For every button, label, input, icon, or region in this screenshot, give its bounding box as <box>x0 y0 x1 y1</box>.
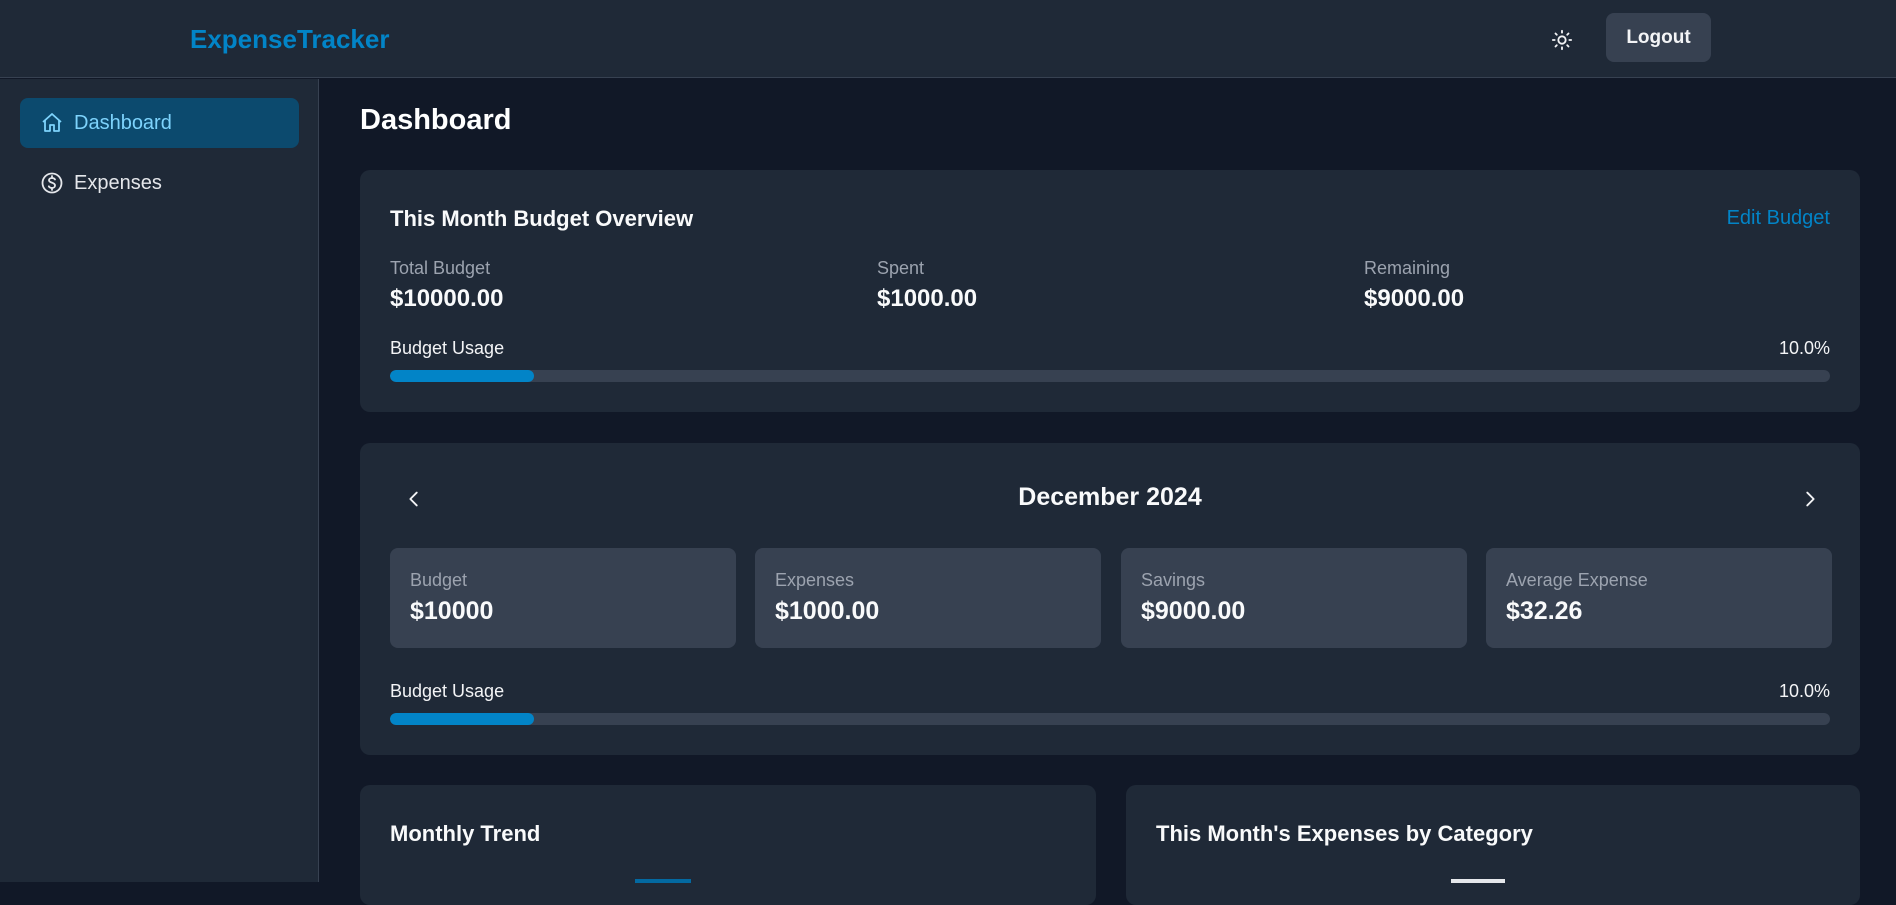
summary-value: $1000.00 <box>775 597 880 625</box>
summary-card-budget: Budget $10000 <box>390 548 736 648</box>
stat-label: Total Budget <box>390 258 491 278</box>
edit-budget-link[interactable]: Edit Budget <box>1727 207 1830 230</box>
summary-label: Budget <box>410 570 468 590</box>
budget-usage-label: Budget Usage <box>390 681 505 701</box>
budget-usage-percent: 10.0% <box>1778 338 1830 358</box>
stat-value: $9000.00 <box>1364 285 1465 312</box>
card-title: This Month Budget Overview <box>390 206 694 231</box>
sidebar-item-dashboard[interactable]: Dashboard <box>20 98 299 148</box>
next-month-button[interactable] <box>1794 483 1826 515</box>
budget-usage-label: Budget Usage <box>390 338 505 358</box>
category-expenses-card: This Month's Expenses by Category <box>1126 785 1860 905</box>
sidebar: Dashboard Expenses <box>0 79 319 882</box>
summary-label: Savings <box>1141 570 1206 590</box>
sidebar-item-expenses[interactable]: Expenses <box>20 158 299 208</box>
summary-card-savings: Savings $9000.00 <box>1121 548 1467 648</box>
summary-card-expenses: Expenses $1000.00 <box>755 548 1101 648</box>
logout-button[interactable]: Logout <box>1606 13 1711 62</box>
summary-value: $32.26 <box>1506 597 1583 625</box>
summary-value: $10000 <box>410 597 494 625</box>
summary-label: Average Expense <box>1506 570 1648 590</box>
card-title: This Month's Expenses by Category <box>1156 821 1533 846</box>
stat-value: $10000.00 <box>390 285 504 312</box>
stat-value: $1000.00 <box>877 285 978 312</box>
dollar-circle-icon <box>40 171 64 195</box>
stat-total-budget: Total Budget $10000.00 <box>390 258 503 313</box>
page-title: Dashboard <box>360 104 512 136</box>
stat-remaining: Remaining $9000.00 <box>1364 258 1464 313</box>
theme-toggle-button[interactable] <box>1546 24 1578 56</box>
brand-logo[interactable]: ExpenseTracker <box>190 24 389 55</box>
monthly-usage-bar-fill <box>390 713 534 725</box>
chart-legend-stub <box>1451 879 1505 883</box>
budget-usage-bar <box>390 370 1830 382</box>
budget-usage-bar-fill <box>390 370 534 382</box>
sidebar-item-label: Expenses <box>74 171 162 194</box>
summary-label: Expenses <box>775 570 855 590</box>
monthly-summary-card: December 2024 Budget $10000 Expenses $10… <box>360 443 1860 755</box>
summary-card-average-expense: Average Expense $32.26 <box>1486 548 1832 648</box>
top-bar: ExpenseTracker Logout <box>0 0 1896 78</box>
budget-overview-card: This Month Budget Overview Edit Budget T… <box>360 170 1860 412</box>
stat-spent: Spent $1000.00 <box>877 258 977 313</box>
chevron-right-icon <box>1806 491 1815 507</box>
chart-bar-stub <box>635 879 691 883</box>
budget-usage-percent: 10.0% <box>1778 681 1830 701</box>
sidebar-item-label: Dashboard <box>74 111 172 134</box>
home-icon <box>40 111 64 135</box>
card-title: Monthly Trend <box>390 821 541 846</box>
summary-value: $9000.00 <box>1141 597 1246 625</box>
stat-label: Remaining <box>1364 258 1451 278</box>
stat-label: Spent <box>877 258 925 278</box>
month-title: December 2024 <box>1018 483 1202 511</box>
sun-icon <box>1551 29 1573 51</box>
monthly-trend-card: Monthly Trend <box>360 785 1096 905</box>
monthly-usage-bar <box>390 713 1830 725</box>
